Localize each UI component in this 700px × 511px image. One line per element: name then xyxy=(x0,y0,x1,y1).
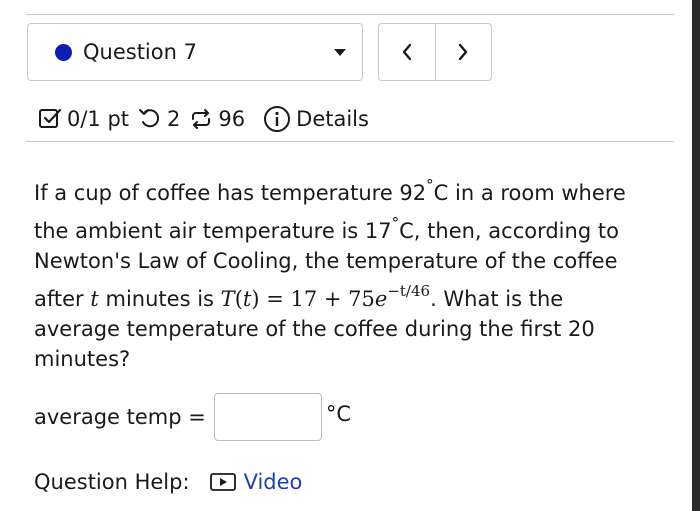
video-link-label: Video xyxy=(243,470,303,494)
points-text: 0/1 pt xyxy=(67,107,130,131)
attempts-count: 96 xyxy=(218,107,246,131)
attempts-icon xyxy=(189,107,213,131)
status-dot-icon xyxy=(55,43,72,61)
checkbox-icon xyxy=(38,107,62,131)
question-nav xyxy=(378,23,492,81)
question-help-row: Question Help: Video xyxy=(34,466,302,498)
answer-row: average temp = °C xyxy=(34,392,351,442)
chevron-right-icon xyxy=(459,43,468,61)
retries-count: 2 xyxy=(167,107,181,131)
help-label: Question Help: xyxy=(34,470,190,494)
formula-exponent: −t/46 xyxy=(387,282,431,300)
formula-T: T xyxy=(220,287,235,311)
question-meta-row: 0/1 pt 2 96 Details xyxy=(38,101,369,137)
previous-question-button[interactable] xyxy=(379,24,435,80)
question-text-4: minutes is xyxy=(105,287,214,311)
details-link[interactable]: Details xyxy=(296,107,369,131)
answer-label: average temp = xyxy=(34,405,206,429)
dropdown-caret-icon xyxy=(334,49,346,56)
info-icon[interactable] xyxy=(263,105,291,133)
retry-icon xyxy=(138,107,162,131)
formula-rest: ) = 17 + 75 xyxy=(251,287,375,311)
play-video-icon xyxy=(209,473,236,491)
video-help-link[interactable]: Video xyxy=(209,470,303,494)
formula-e: e xyxy=(374,287,388,311)
average-temp-input[interactable] xyxy=(213,393,322,441)
unit-label: °C xyxy=(325,402,352,426)
formula-paren: ( xyxy=(234,287,243,311)
question-select-label: Question 7 xyxy=(83,40,197,64)
question-text-1: If a cup of coffee has temperature 92 xyxy=(34,181,427,205)
header-divider xyxy=(26,141,674,142)
formula: T(t) = 17 + 75e−t/46 xyxy=(220,282,430,311)
top-divider xyxy=(26,14,674,15)
chevron-left-icon xyxy=(402,43,411,61)
question-select[interactable]: Question 7 xyxy=(27,23,363,81)
question-text: If a cup of coffee has temperature 92°C … xyxy=(34,170,646,374)
window-edge xyxy=(692,0,700,511)
next-question-button[interactable] xyxy=(434,24,492,80)
degree-symbol: ° xyxy=(426,176,434,194)
variable-t: t xyxy=(90,287,99,311)
